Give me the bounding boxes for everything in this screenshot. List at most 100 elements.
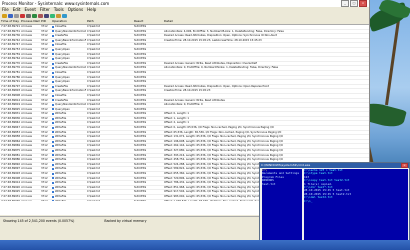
- cell-path: C:\test.txt: [87, 34, 100, 38]
- column-header-detail[interactable]: Detail: [163, 19, 369, 24]
- cell-operation: WriteFile: [51, 163, 86, 167]
- console-line: C:\>_: [304, 198, 313, 203]
- panel-entry[interactable]: test.txt: [262, 182, 302, 186]
- maximize-icon[interactable]: □: [350, 0, 358, 7]
- operation-label: QueryOpen: [55, 57, 70, 61]
- menu-edit[interactable]: Edit: [13, 7, 21, 13]
- operation-label: WriteFile: [55, 172, 67, 175]
- column-header-path[interactable]: Path: [86, 19, 133, 24]
- cell-result: SUCCESS: [134, 190, 147, 194]
- cell-process: cmd.exe: [21, 185, 33, 189]
- cell-path: C:\test.txt: [87, 181, 100, 185]
- capture-icon[interactable]: [14, 14, 19, 18]
- console-window[interactable]: C:\WINDOWS\system32\cmd.exe × C:\ Documen…: [259, 162, 410, 250]
- cell-result: SUCCESS: [134, 112, 147, 116]
- cell-time: 7:27:48.8973134: [1, 29, 20, 33]
- cell-result: SUCCESS: [134, 126, 147, 130]
- filesystem-icon: [52, 159, 54, 162]
- console-close-icon[interactable]: ×: [401, 163, 408, 168]
- cell-result: SUCCESS: [134, 153, 147, 157]
- operation-label: QueryStandardInformationFile: [55, 66, 86, 70]
- operation-label: WriteFile: [55, 158, 67, 162]
- cell-path: C:\test.txt: [87, 107, 100, 111]
- cell-path: C:\test.txt: [87, 103, 100, 107]
- cell-pid: 3712: [41, 75, 48, 79]
- autoscroll-icon[interactable]: [20, 14, 25, 18]
- cell-operation: WriteFile: [51, 195, 86, 199]
- cell-operation: WriteFile: [51, 154, 86, 158]
- cell-pid: 3712: [41, 70, 48, 74]
- cell-pid: 3712: [41, 103, 48, 107]
- registry-icon[interactable]: [50, 14, 55, 18]
- cell-detail: [163, 57, 369, 61]
- cell-pid: 3712: [41, 181, 48, 185]
- filesystem-icon: [52, 172, 54, 175]
- menu-help[interactable]: Help: [87, 7, 96, 13]
- menu-options[interactable]: Options: [68, 7, 83, 13]
- operation-label: QueryOpen: [55, 80, 70, 84]
- cell-detail: [163, 53, 369, 57]
- cell-detail: Offset: 0, Length: 65,536, I/O Flags: No…: [164, 126, 274, 130]
- menu-filter[interactable]: Filter: [40, 7, 50, 13]
- cell-detail: Offset: 131,072, Length: 65,536, I/O Fla…: [164, 135, 283, 139]
- cell-result: SUCCESS: [134, 84, 147, 88]
- cell-time: 7:27:48.8977633: [1, 66, 20, 70]
- file-panel-left[interactable]: C:\ Documents and Settings Program Files WI…: [262, 169, 302, 240]
- filesystem-icon: [52, 99, 54, 102]
- taskbar[interactable]: [0, 240, 410, 250]
- filesystem-icon: [52, 181, 54, 184]
- cell-detail: Offset: 0, Length: 1: [164, 112, 190, 116]
- filesystem-icon[interactable]: [56, 14, 61, 18]
- cell-result: SUCCESS: [134, 162, 147, 166]
- clear-icon[interactable]: [26, 14, 31, 18]
- cell-process: cmd.exe: [21, 38, 33, 42]
- filter-icon[interactable]: [32, 14, 37, 18]
- cell-pid: 3712: [41, 57, 48, 61]
- find-icon[interactable]: [44, 14, 49, 18]
- cell-pid: 3712: [41, 66, 48, 70]
- minimize-icon[interactable]: _: [341, 0, 349, 7]
- cell-time: 7:27:48.8974211: [1, 38, 20, 42]
- column-header-operation[interactable]: Operation: [51, 19, 86, 24]
- menu-event[interactable]: Event: [24, 7, 35, 13]
- cell-pid: 3712: [41, 47, 48, 51]
- cell-operation: WriteFile: [51, 135, 86, 139]
- operation-label: CreateFile: [55, 98, 68, 102]
- column-header-pid[interactable]: PID: [40, 19, 51, 24]
- cell-operation: WriteFile: [51, 121, 86, 125]
- column-header-process[interactable]: Process Name: [20, 19, 40, 24]
- cell-detail: Offset: 393,216, Length: 65,536, I/O Fla…: [164, 153, 283, 157]
- cell-detail: Desired Access: Read Attributes, Disposi…: [164, 34, 277, 38]
- highlight-icon[interactable]: [38, 14, 43, 18]
- cell-result: SUCCESS: [134, 98, 147, 102]
- cell-process: cmd.exe: [21, 172, 33, 175]
- console-title-bar[interactable]: C:\WINDOWS\system32\cmd.exe ×: [260, 163, 409, 168]
- network-icon[interactable]: [62, 14, 67, 18]
- cell-process: cmd.exe: [21, 29, 33, 33]
- cell-process: cmd.exe: [21, 116, 33, 120]
- cell-detail: CreationTime: 28.10.2015 15:45:23: [164, 89, 211, 93]
- cell-operation: QueryStandardInformationFile: [51, 30, 86, 34]
- menu-tools[interactable]: Tools: [54, 7, 64, 13]
- menu-file[interactable]: File: [2, 7, 9, 13]
- console-output[interactable]: C:\>echo 123 > test.txt C:\>type test.txt…: [304, 169, 408, 240]
- open-icon[interactable]: [2, 14, 7, 18]
- cell-pid: 3712: [41, 185, 48, 189]
- operation-label: CreateFile: [55, 61, 68, 65]
- cell-pid: 3712: [41, 116, 48, 120]
- filesystem-icon: [52, 62, 54, 65]
- close-icon[interactable]: ×: [359, 0, 367, 7]
- cell-path: C:\test.txt: [87, 135, 100, 139]
- column-header-result[interactable]: Result: [133, 19, 163, 24]
- operation-label: QueryBasicInformationFile: [55, 38, 86, 42]
- save-icon[interactable]: [8, 14, 13, 18]
- cell-process: cmd.exe: [21, 190, 33, 194]
- cell-result: SUCCESS: [134, 43, 147, 47]
- cell-path: C:\test.txt: [87, 80, 100, 84]
- title-bar[interactable]: Process Monitor - Sysinternals: www.sysi…: [0, 0, 369, 7]
- cell-result: SUCCESS: [134, 130, 147, 134]
- cell-result: SUCCESS: [134, 38, 147, 42]
- column-header-time[interactable]: Time of Day: [0, 19, 20, 24]
- cell-time: 7:27:48.8991443: [1, 181, 20, 185]
- cell-result: SUCCESS: [134, 57, 147, 61]
